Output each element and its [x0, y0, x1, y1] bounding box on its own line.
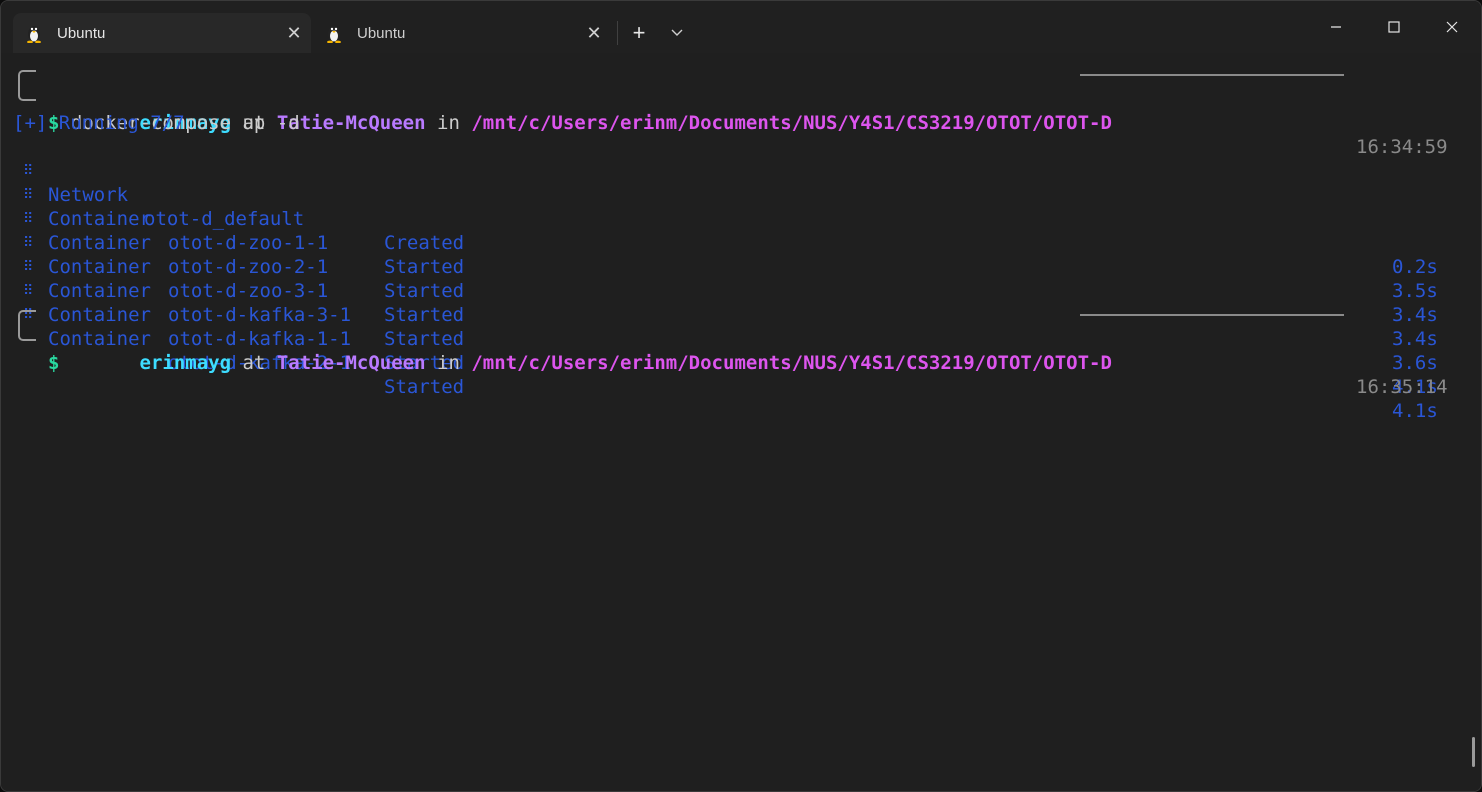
prompt-line: erinmayg at Tatie-McQueen in /mnt/c/User… [1, 303, 1481, 398]
prompt-in: in [437, 352, 460, 374]
title-bar: Ubuntu ✕ Ubuntu ✕ + [1, 1, 1481, 53]
compose-header: [+] Running 7/7 [13, 112, 185, 134]
tab-label: Ubuntu [57, 24, 106, 42]
chevron-down-icon[interactable] [661, 15, 693, 51]
close-tab-icon[interactable]: ✕ [277, 23, 311, 44]
prompt-rule [1080, 74, 1344, 76]
prompt-at: at [242, 352, 266, 374]
prompt-rule [1080, 314, 1344, 316]
window-controls [1307, 1, 1481, 53]
compose-row: ⠿ Container otot-d-zoo-3-1 Started 3.4s [1, 207, 1481, 350]
compose-row: ⠿ Container otot-d-zoo-2-1 Started 3.4s [1, 183, 1481, 326]
close-window-icon[interactable] [1423, 1, 1481, 53]
maximize-icon[interactable] [1365, 1, 1423, 53]
prompt-path: /mnt/c/Users/erinm/Documents/NUS/Y4S1/CS… [471, 352, 1112, 374]
tab-ubuntu-1[interactable]: Ubuntu ✕ [13, 13, 311, 53]
new-tab-button[interactable]: + [621, 15, 657, 51]
terminal-window: Ubuntu ✕ Ubuntu ✕ + erinmayg at Tatie-Mc… [0, 0, 1482, 792]
minimize-icon[interactable] [1307, 1, 1365, 53]
scrollbar-thumb[interactable] [1472, 737, 1475, 767]
tux-icon [327, 26, 341, 43]
tab-ubuntu-2[interactable]: Ubuntu ✕ [313, 13, 611, 53]
tab-label: Ubuntu [357, 24, 406, 42]
prompt-user: erinmayg [139, 352, 232, 374]
prompt-in: in [437, 112, 460, 134]
prompt-path: /mnt/c/Users/erinm/Documents/NUS/Y4S1/CS… [471, 112, 1112, 134]
prompt-host: Tatie-McQueen [276, 352, 426, 374]
compose-row: ⠿ Network otot-d_default Created 0.2s [1, 135, 1481, 278]
prompt-line: erinmayg at Tatie-McQueen in /mnt/c/User… [1, 63, 1481, 158]
compose-row: ⠿ Container otot-d-kafka-1-1 Started 4.1… [1, 255, 1481, 398]
row-time: 4.1s [1392, 400, 1438, 422]
compose-row: ⠿ Container otot-d-kafka-3-1 Started 3.6… [1, 231, 1481, 374]
command-line: $ docker-compose up -d [1, 87, 1481, 134]
compose-row: ⠿ Container otot-d-zoo-1-1 Started 3.5s [1, 159, 1481, 302]
prompt-symbol: $ [48, 352, 60, 374]
terminal-output[interactable]: erinmayg at Tatie-McQueen in /mnt/c/User… [1, 53, 1481, 791]
tab-separator [617, 21, 618, 45]
row-time: 3.6s [1392, 352, 1438, 374]
command-line[interactable]: $ [1, 327, 1481, 374]
tux-icon [27, 26, 41, 43]
prompt-time: 16:35:14 [1356, 376, 1448, 398]
compose-row: ⠿ Container otot-d-kafka-2-1 Started 4.1… [1, 279, 1481, 422]
close-tab-icon[interactable]: ✕ [577, 23, 611, 44]
